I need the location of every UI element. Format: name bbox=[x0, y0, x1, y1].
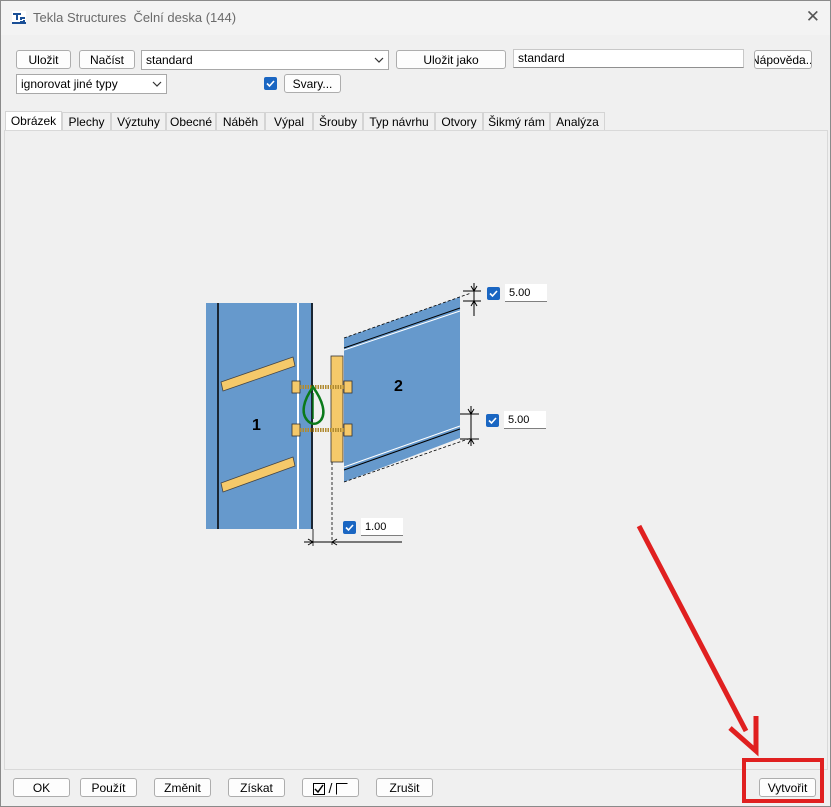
toggle-all-button[interactable]: / bbox=[302, 778, 359, 797]
dialog-window: Tekla Structures Čelní deska (144) ✕ Ulo… bbox=[0, 0, 831, 807]
empty-box-icon bbox=[335, 783, 348, 795]
checked-box-icon bbox=[313, 783, 326, 795]
toggle-separator: / bbox=[328, 780, 333, 796]
apply-button[interactable]: Použít bbox=[80, 778, 137, 797]
ok-button[interactable]: OK bbox=[13, 778, 70, 797]
create-button[interactable]: Vytvořit bbox=[759, 778, 816, 797]
modify-button[interactable]: Změnit bbox=[154, 778, 211, 797]
cancel-button[interactable]: Zrušit bbox=[376, 778, 433, 797]
footer-bar: OK Použít Změnit Získat / Zrušit Vytvoři… bbox=[1, 771, 830, 806]
annotation-arrow bbox=[636, 524, 759, 757]
get-button[interactable]: Získat bbox=[228, 778, 285, 797]
